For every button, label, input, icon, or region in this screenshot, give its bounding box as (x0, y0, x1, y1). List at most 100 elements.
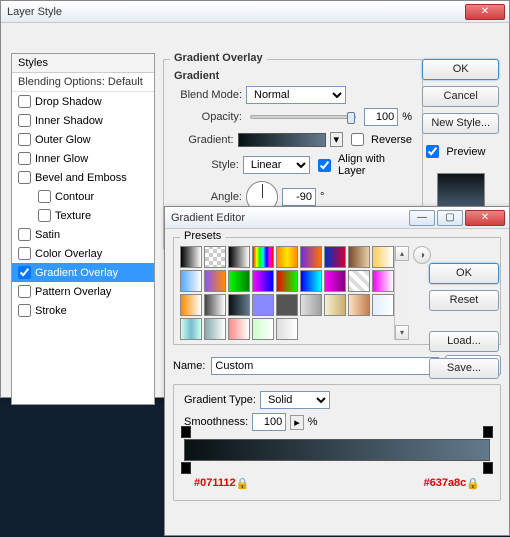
preset-swatch[interactable] (228, 294, 250, 316)
reset-button[interactable]: Reset (429, 290, 499, 311)
style-checkbox[interactable] (38, 209, 51, 222)
gradient-editor-dialog: Gradient Editor — ▢ ✕ Presets ▴ ▾ ◑ (164, 206, 510, 536)
ok-button[interactable]: OK (422, 59, 499, 80)
opacity-stop-left[interactable] (181, 426, 191, 438)
style-row-color-overlay[interactable]: Color Overlay (12, 244, 154, 263)
lock-icon: 🔒 (466, 477, 480, 490)
style-checkbox[interactable] (18, 285, 31, 298)
color-stop-right[interactable] (483, 462, 493, 474)
opacity-slider[interactable] (250, 115, 356, 119)
preset-swatch[interactable] (180, 246, 202, 268)
gradient-swatch[interactable] (238, 133, 326, 147)
preset-swatch[interactable] (300, 294, 322, 316)
gradient-bar[interactable] (184, 439, 490, 461)
style-row-drop-shadow[interactable]: Drop Shadow (12, 92, 154, 111)
blending-options-row[interactable]: Blending Options: Default (12, 73, 154, 92)
preset-swatch[interactable] (180, 270, 202, 292)
blend-mode-select[interactable]: Normal (246, 86, 346, 104)
smoothness-input[interactable] (252, 413, 286, 431)
layer-style-titlebar[interactable]: Layer Style ✕ (1, 1, 509, 23)
style-checkbox[interactable] (18, 247, 31, 260)
style-row-inner-shadow[interactable]: Inner Shadow (12, 111, 154, 130)
preset-swatch[interactable] (252, 294, 274, 316)
preset-swatch[interactable] (276, 246, 298, 268)
load-button[interactable]: Load... (429, 331, 499, 352)
color-stop-left[interactable] (181, 462, 191, 474)
preset-swatch[interactable] (204, 294, 226, 316)
cancel-button[interactable]: Cancel (422, 86, 499, 107)
style-checkbox[interactable] (18, 152, 31, 165)
preset-swatch[interactable] (348, 270, 370, 292)
preset-swatch[interactable] (204, 246, 226, 268)
preset-swatch[interactable] (180, 318, 202, 340)
reverse-checkbox[interactable] (351, 133, 364, 146)
style-checkbox[interactable] (18, 114, 31, 127)
align-checkbox[interactable] (318, 159, 331, 172)
new-style-button[interactable]: New Style... (422, 113, 499, 134)
minimize-icon[interactable]: — (409, 210, 435, 226)
gradient-editor-titlebar[interactable]: Gradient Editor — ▢ ✕ (165, 207, 509, 229)
style-checkbox[interactable] (18, 133, 31, 146)
angle-input[interactable] (282, 188, 316, 206)
preset-swatch[interactable] (348, 246, 370, 268)
preset-swatch[interactable] (372, 246, 394, 268)
preset-swatch[interactable] (324, 270, 346, 292)
style-row-bevel-and-emboss[interactable]: Bevel and Emboss (12, 168, 154, 187)
opacity-stop-right[interactable] (483, 426, 493, 438)
chevron-down-icon[interactable]: ▾ (330, 132, 344, 147)
close-icon[interactable]: ✕ (465, 4, 505, 20)
style-row-inner-glow[interactable]: Inner Glow (12, 149, 154, 168)
style-checkbox[interactable] (18, 171, 31, 184)
style-row-satin[interactable]: Satin (12, 225, 154, 244)
style-checkbox[interactable] (18, 228, 31, 241)
preview-checkbox[interactable] (426, 145, 439, 158)
preset-menu-icon[interactable]: ◑ (413, 246, 431, 264)
style-checkbox[interactable] (18, 304, 31, 317)
preset-swatch[interactable] (300, 246, 322, 268)
preset-swatch[interactable] (372, 294, 394, 316)
preset-swatch[interactable] (252, 246, 274, 268)
color-right-label: #637a8c (423, 477, 466, 490)
preset-swatch[interactable] (372, 270, 394, 292)
preset-swatch[interactable] (252, 318, 274, 340)
align-label: Align with Layer (338, 153, 412, 177)
style-row-pattern-overlay[interactable]: Pattern Overlay (12, 282, 154, 301)
close-icon[interactable]: ✕ (465, 210, 505, 226)
preset-swatch[interactable] (276, 318, 298, 340)
preset-swatch[interactable] (348, 294, 370, 316)
opacity-input[interactable] (364, 108, 398, 126)
maximize-icon[interactable]: ▢ (437, 210, 463, 226)
style-row-gradient-overlay[interactable]: Gradient Overlay (12, 263, 154, 282)
preset-swatch[interactable] (276, 270, 298, 292)
style-checkbox[interactable] (38, 190, 51, 203)
preset-swatch[interactable] (204, 318, 226, 340)
preset-scrollbar[interactable]: ▴ ▾ (394, 246, 409, 340)
smoothness-stepper-icon[interactable]: ▸ (290, 415, 304, 430)
name-input[interactable] (211, 357, 439, 375)
styles-header[interactable]: Styles (12, 54, 154, 73)
preset-swatch[interactable] (228, 318, 250, 340)
color-left-label: #071112 (194, 477, 236, 490)
preset-swatch[interactable] (276, 294, 298, 316)
save-button[interactable]: Save... (429, 358, 499, 379)
preset-swatch[interactable] (180, 294, 202, 316)
preset-swatch[interactable] (324, 294, 346, 316)
preset-swatch[interactable] (228, 270, 250, 292)
preset-swatch[interactable] (228, 246, 250, 268)
style-row-stroke[interactable]: Stroke (12, 301, 154, 320)
preset-swatch[interactable] (300, 270, 322, 292)
preset-swatch[interactable] (324, 246, 346, 268)
preset-swatch[interactable] (252, 270, 274, 292)
style-select[interactable]: Linear (243, 156, 310, 174)
ok-button[interactable]: OK (429, 263, 499, 284)
style-checkbox[interactable] (18, 95, 31, 108)
scroll-up-icon[interactable]: ▴ (395, 246, 409, 261)
style-row-contour[interactable]: Contour (12, 187, 154, 206)
style-row-outer-glow[interactable]: Outer Glow (12, 130, 154, 149)
preset-swatch[interactable] (204, 270, 226, 292)
gradient-editor-title: Gradient Editor (169, 212, 407, 224)
style-checkbox[interactable] (18, 266, 31, 279)
gradient-type-select[interactable]: Solid (260, 391, 330, 409)
scroll-down-icon[interactable]: ▾ (395, 325, 409, 340)
style-row-texture[interactable]: Texture (12, 206, 154, 225)
